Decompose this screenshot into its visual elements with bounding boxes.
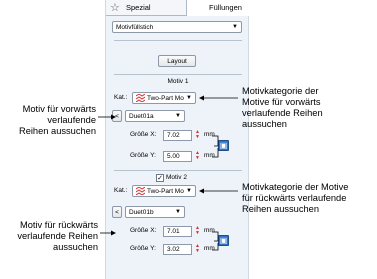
- motif2-category-value: Two-Part Mo: [147, 188, 184, 195]
- zigzag-motif-icon: [136, 94, 145, 102]
- motif2-size-y-unit: mm: [204, 245, 215, 252]
- motif2-size-y-input[interactable]: 3.02: [163, 244, 192, 255]
- layout-button[interactable]: Layout: [158, 55, 196, 67]
- lock-icon[interactable]: ▣: [218, 140, 229, 151]
- lock-icon[interactable]: ▣: [218, 235, 229, 246]
- motif1-size-x-unit: mm: [204, 131, 215, 138]
- divider: [114, 40, 242, 41]
- fill-type-value: Motivfüllstich: [116, 24, 154, 31]
- motif1-value: Duet01a: [129, 113, 154, 120]
- tab-spezial[interactable]: Spezial: [126, 0, 186, 16]
- motif1-prev-button[interactable]: <: [112, 110, 122, 122]
- motif2-checkbox[interactable]: ✓: [156, 174, 164, 182]
- chevron-down-icon: ▼: [175, 113, 181, 119]
- motif2-group-title: Motiv 2: [166, 174, 187, 181]
- motif1-size-x-label: Größe X:: [130, 131, 157, 138]
- motif2-size-y-spinner[interactable]: ▲ ▼: [194, 244, 201, 255]
- motif1-size-y-input[interactable]: 5.00: [163, 151, 192, 162]
- annotation-backward-category: Motivkategorie der Motive für rückwärts …: [242, 182, 349, 214]
- motif1-size-y-spinner[interactable]: ▲ ▼: [194, 151, 201, 162]
- motif1-size-x-input[interactable]: 7.02: [163, 130, 192, 141]
- motif2-size-x-label: Größe X:: [130, 227, 157, 234]
- annotation-forward-category: Motivkategorie der Motive für vorwärts v…: [242, 86, 323, 129]
- chevron-down-icon: ▼: [175, 209, 181, 215]
- motif1-category-label: Kat.:: [114, 94, 128, 101]
- tab-fuellungen[interactable]: Füllungen: [186, 0, 250, 16]
- spin-down-icon[interactable]: ▼: [194, 231, 201, 236]
- zigzag-motif-icon: [136, 187, 145, 195]
- divider: [114, 170, 242, 171]
- motif2-size-x-input[interactable]: 7.01: [163, 226, 192, 237]
- fill-properties-panel: ☆ Spezial ◈ Füllungen Motivfüllstich ▼ L…: [105, 0, 250, 279]
- motif2-value: Duet01b: [129, 209, 154, 216]
- chevron-down-icon: ▼: [232, 24, 238, 30]
- motif2-select[interactable]: Duet01b ▼: [125, 206, 185, 218]
- annotation-backward-motif: Motiv für rückwärts verlaufende Reihen a…: [17, 220, 98, 252]
- tab-bar: ☆ Spezial ◈ Füllungen: [106, 0, 250, 16]
- spin-down-icon[interactable]: ▼: [194, 156, 201, 161]
- motif2-prev-button[interactable]: <: [112, 206, 122, 218]
- motif2-category-label: Kat.:: [114, 187, 128, 194]
- annotation-forward-motif: Motiv für vorwärts verlaufende Reihen au…: [18, 104, 96, 136]
- motif2-size-x-spinner[interactable]: ▲ ▼: [194, 226, 201, 237]
- motif1-size-x-spinner[interactable]: ▲ ▼: [194, 130, 201, 141]
- motif2-size-y-label: Größe Y:: [130, 245, 156, 252]
- motif1-size-y-label: Größe Y:: [130, 152, 156, 159]
- spin-down-icon[interactable]: ▼: [194, 135, 201, 140]
- motif1-category-value: Two-Part Mo: [147, 95, 184, 102]
- spin-down-icon[interactable]: ▼: [194, 249, 201, 254]
- motif1-group-title: Motiv 1: [167, 78, 189, 85]
- motif1-select[interactable]: Duet01a ▼: [125, 110, 185, 122]
- divider: [114, 74, 242, 75]
- fill-type-select[interactable]: Motivfüllstich ▼: [112, 21, 242, 33]
- chevron-down-icon: ▼: [186, 188, 192, 194]
- star-icon: ☆: [110, 2, 120, 14]
- motif1-category-select[interactable]: Two-Part Mo ▼: [132, 92, 196, 104]
- motif2-category-select[interactable]: Two-Part Mo ▼: [132, 185, 196, 197]
- motif1-size-y-unit: mm: [204, 152, 215, 159]
- motif2-size-x-unit: mm: [204, 227, 215, 234]
- chevron-down-icon: ▼: [186, 95, 192, 101]
